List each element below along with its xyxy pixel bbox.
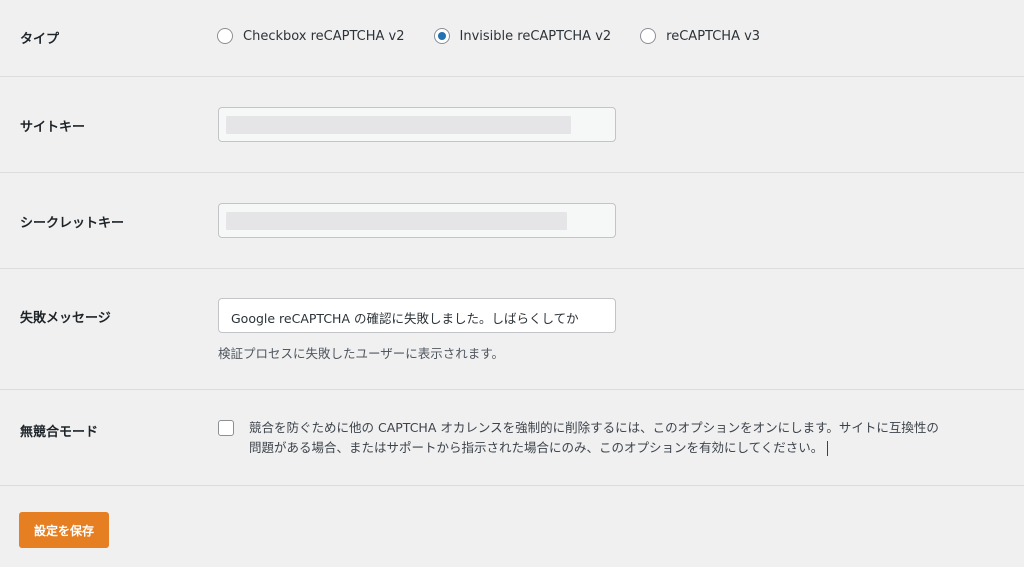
save-settings-button[interactable]: 設定を保存 <box>19 512 109 548</box>
radio-checkbox-v2[interactable] <box>217 28 233 44</box>
radio-invisible-v2[interactable] <box>433 28 450 44</box>
text-caret <box>827 441 829 456</box>
no-conflict-checkbox[interactable] <box>218 420 234 436</box>
no-conflict-description: 競合を防ぐために他の CAPTCHA オカレンスを強制的に削除するには、このオプ… <box>249 418 1019 458</box>
radio-label-checkbox-v2: Checkbox reCAPTCHA v2 <box>243 28 405 44</box>
radio-option-invisible-v2[interactable]: Invisible reCAPTCHA v2 <box>433 28 612 44</box>
secret-key-input[interactable] <box>218 203 616 238</box>
failure-message-label: 失敗メッセージ <box>20 311 111 326</box>
masked-value <box>226 116 571 134</box>
divider <box>0 268 1024 269</box>
divider <box>0 389 1024 390</box>
radio-option-v3[interactable]: reCAPTCHA v3 <box>640 28 760 44</box>
secret-key-label: シークレットキー <box>20 216 125 231</box>
divider <box>0 172 1024 173</box>
no-conflict-description-line1: 競合を防ぐために他の CAPTCHA オカレンスを強制的に削除するには、このオプ… <box>249 420 939 435</box>
radio-option-checkbox-v2[interactable]: Checkbox reCAPTCHA v2 <box>217 28 405 44</box>
radio-label-invisible-v2: Invisible reCAPTCHA v2 <box>459 28 612 44</box>
divider <box>0 485 1024 486</box>
type-radio-group: Checkbox reCAPTCHA v2 Invisible reCAPTCH… <box>217 28 789 44</box>
radio-v3[interactable] <box>640 28 657 44</box>
site-key-input[interactable] <box>218 107 616 142</box>
no-conflict-description-line2: 問題がある場合、またはサポートから指示された場合にのみ、このオプションを有効にし… <box>249 440 824 455</box>
divider <box>0 76 1024 77</box>
no-conflict-label: 無競合モード <box>20 425 99 440</box>
failure-message-value: Google reCAPTCHA の確認に失敗しました。しばらくしてか <box>231 311 579 326</box>
failure-message-description: 検証プロセスに失敗したユーザーに表示されます。 <box>218 346 505 361</box>
type-label: タイプ <box>20 32 60 47</box>
radio-label-v3: reCAPTCHA v3 <box>666 28 761 44</box>
site-key-label: サイトキー <box>20 120 86 135</box>
masked-value <box>226 212 567 230</box>
failure-message-input[interactable]: Google reCAPTCHA の確認に失敗しました。しばらくしてか <box>218 298 616 333</box>
